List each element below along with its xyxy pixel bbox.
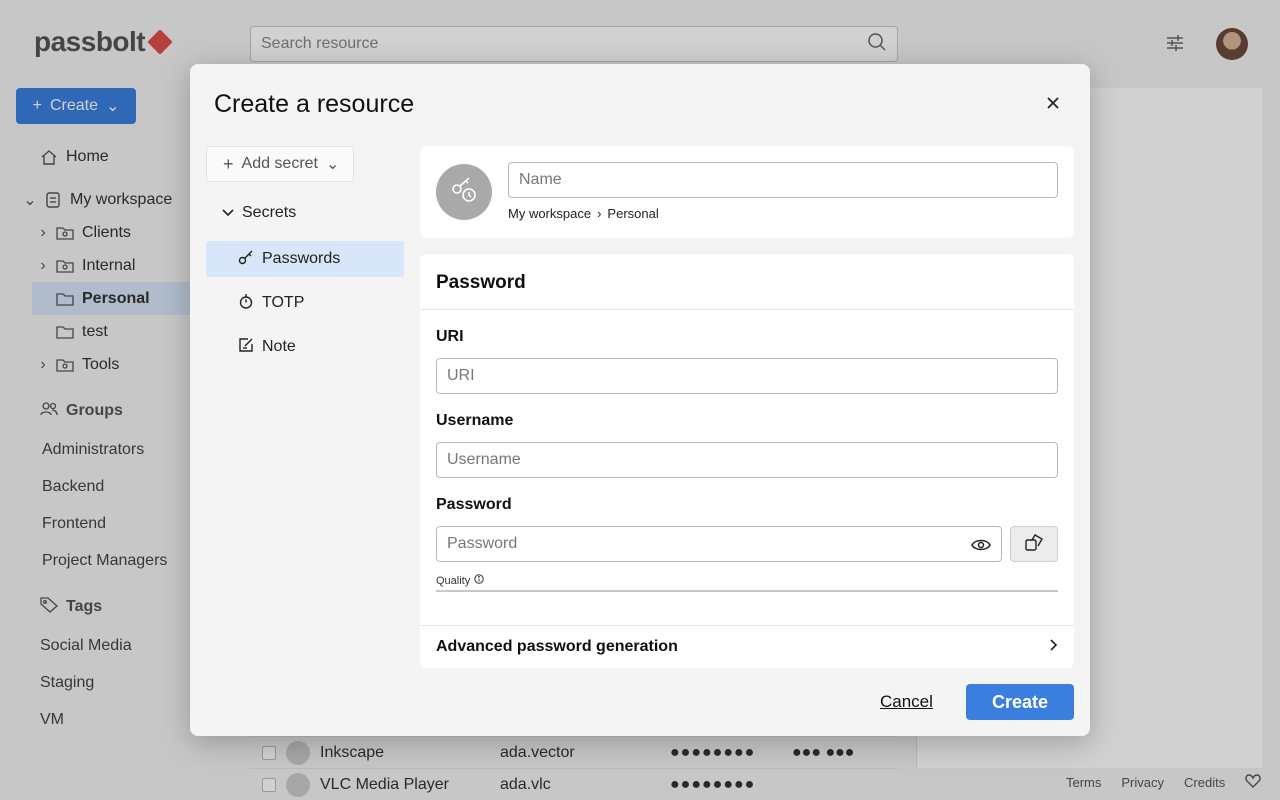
username-input[interactable]: Username [436,442,1058,478]
breadcrumb-separator: › [597,206,602,221]
breadcrumb-folder[interactable]: Personal [607,206,658,221]
add-secret-button[interactable]: + Add secret ⌄ [206,146,354,182]
resource-avatar [436,164,492,220]
breadcrumb: My workspace › Personal [508,206,659,221]
divider [420,309,1074,310]
uri-placeholder: URI [447,367,475,384]
plus-icon: + [223,153,234,174]
uri-input[interactable]: URI [436,358,1058,394]
note-icon [238,337,254,358]
username-placeholder: Username [447,451,521,468]
cancel-button[interactable]: Cancel [880,692,933,712]
quality-label: Quality [436,574,484,587]
uri-label: URI [436,328,464,345]
resource-header-card: Name My workspace › Personal [420,146,1074,238]
chevron-down-icon [222,204,234,222]
eye-icon[interactable] [971,535,991,555]
chevron-right-icon [1050,638,1058,656]
stopwatch-icon [238,293,254,314]
quality-bar [436,590,1058,592]
name-input[interactable]: Name [508,162,1058,198]
divider [420,625,1074,626]
username-label: Username [436,412,514,429]
key-clock-icon [449,175,479,210]
close-button[interactable] [1042,94,1064,116]
create-submit-button[interactable]: Create [966,684,1074,720]
secret-type-label: Note [262,338,296,355]
password-form-card: Password URI URI Username Username Passw… [420,254,1074,668]
password-label: Password [436,496,512,513]
info-icon[interactable] [474,574,484,587]
close-icon [1047,96,1059,114]
breadcrumb-root[interactable]: My workspace [508,206,591,221]
name-placeholder: Name [519,171,562,188]
quality-text: Quality [436,574,471,587]
key-icon [238,249,254,270]
generate-password-button[interactable] [1010,526,1058,562]
dice-icon [1024,532,1044,557]
secrets-heading: Secrets [242,204,297,221]
section-title: Password [436,272,526,293]
password-placeholder: Password [447,535,518,552]
advanced-password-generation-toggle[interactable]: Advanced password generation [436,638,1058,656]
secrets-toggle[interactable]: Secrets [222,204,296,222]
dialog-title: Create a resource [214,90,415,118]
advanced-label: Advanced password generation [436,638,678,655]
secret-type-label: Passwords [262,250,341,267]
secret-type-label: TOTP [262,294,305,311]
secret-type-passwords[interactable]: Passwords [206,241,404,277]
add-secret-label: Add secret [241,155,318,172]
create-resource-dialog: Create a resource + Add secret ⌄ Secrets… [190,64,1090,736]
chevron-down-icon: ⌄ [326,156,340,173]
secret-type-note[interactable]: Note [206,329,404,365]
secret-type-totp[interactable]: TOTP [206,285,404,321]
password-input[interactable]: Password [436,526,1002,562]
